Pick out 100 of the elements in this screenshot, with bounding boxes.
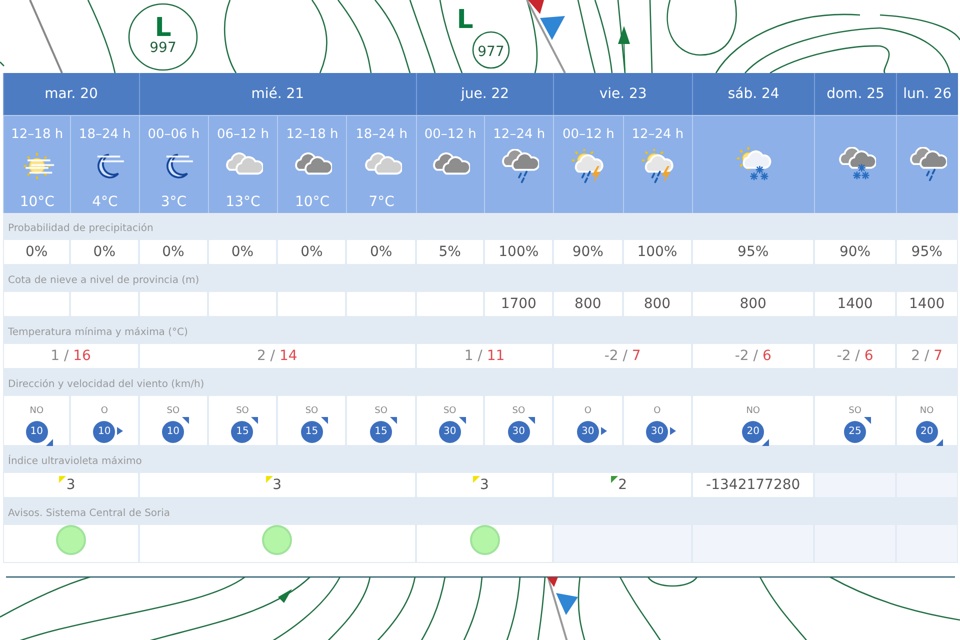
temperature-range: 1 / 16 (50, 346, 91, 366)
period-time: 00–06 h (148, 127, 200, 143)
wind-arrow-icon (864, 416, 872, 424)
day-header: dom. 25 (814, 73, 896, 115)
period-time: 00–12 h (424, 127, 476, 143)
period-time: 12–24 h (493, 127, 546, 143)
period-temperature: 13°C (226, 193, 260, 211)
wind-direction: SO (512, 404, 526, 416)
period-temperature: 10°C (294, 193, 330, 211)
temperature-range: -2 / 6 (734, 346, 772, 366)
day-header: mié. 21 (138, 73, 416, 115)
pressure-value: 977 (478, 44, 504, 60)
day-header: sáb. 24 (692, 73, 814, 115)
temperature-range: 1 / 11 (464, 346, 505, 366)
wind-speed-badge: 15 (370, 420, 392, 442)
wind-direction: NO (920, 404, 934, 416)
day-header: mar. 20 (3, 73, 139, 115)
rain-cloud-icon (907, 146, 948, 182)
uv-index-value: 3 (272, 476, 282, 494)
value-text: 0% (231, 242, 254, 262)
period-time: 00–12 h (562, 127, 614, 143)
period-time: 12–18 h (11, 127, 64, 143)
value-text: 0% (26, 242, 48, 262)
row-label: Cota de nieve a nivel de provincia (m) (7, 274, 200, 288)
rain-cloud-icon (499, 149, 540, 185)
wind-arrow-icon (251, 416, 258, 424)
value-text: 5% (438, 242, 461, 262)
wind-arrow-icon (182, 416, 190, 424)
wind-direction: SO (305, 404, 318, 416)
wind-speed-badge: 30 (438, 420, 461, 442)
wind-direction: NO (30, 404, 44, 416)
row-label: Índice ultravioleta máximo (7, 454, 142, 469)
uv-index-value: 3 (480, 476, 489, 494)
wind-direction: NO (746, 404, 760, 416)
value-text: 90% (839, 242, 871, 262)
wind-speed-badge: 20 (916, 420, 938, 442)
temperature-range: -2 / 6 (836, 346, 874, 366)
value-text: 90% (572, 242, 604, 262)
day-header: jue. 22 (416, 73, 554, 115)
uv-index-value: -1342177280 (706, 476, 800, 494)
value-text: 800 (644, 294, 671, 314)
period-temperature: 4°C (92, 193, 118, 211)
temperature-range: 2 / 14 (256, 346, 298, 366)
row-label: Probabilidad de precipitación (7, 222, 154, 236)
wind-speed-badge: 10 (26, 420, 48, 442)
value-text: 0% (162, 242, 184, 262)
value-text: 1700 (500, 294, 536, 314)
wind-arrow-icon (670, 426, 676, 434)
wind-speed-badge: 15 (231, 420, 254, 442)
wind-direction: O (584, 404, 592, 416)
value-text: 100% (637, 242, 678, 262)
value-text: 95% (911, 242, 942, 262)
day-header: vie. 23 (553, 73, 692, 115)
wind-arrow-icon (390, 416, 398, 424)
period-time: 12–18 h (286, 127, 338, 143)
wind-direction: SO (848, 404, 862, 416)
period-temperature: 10°C (20, 193, 54, 211)
low-pressure-letter: L (456, 5, 474, 35)
period-time: 18–24 h (356, 127, 408, 143)
value-text: 100% (498, 242, 539, 262)
period-time: 18–24 h (78, 127, 131, 143)
value-text: 0% (370, 242, 392, 262)
wind-speed-badge: 30 (508, 420, 530, 442)
wind-direction: O (100, 404, 108, 416)
wind-arrow-icon (320, 416, 328, 424)
wind-arrow-icon (458, 416, 466, 424)
wind-arrow-icon (117, 426, 124, 434)
low-pressure-letter: L (154, 13, 172, 43)
temperature-range: -2 / 7 (604, 346, 641, 366)
period-time: 12–24 h (632, 127, 684, 143)
value-text: 0% (93, 242, 116, 262)
period-temperature: 3°C (160, 193, 187, 211)
wind-arrow-icon (528, 416, 535, 424)
period-temperature: 7°C (368, 193, 394, 211)
value-text: 800 (740, 294, 766, 314)
wind-speed-badge: 25 (844, 420, 866, 442)
pressure-value: 997 (150, 40, 176, 56)
wind-direction: SO (443, 404, 456, 416)
wind-speed-badge: 30 (576, 420, 599, 442)
wind-speed-badge: 10 (162, 420, 184, 442)
wind-speed-badge: 30 (646, 420, 668, 442)
value-text: 800 (574, 294, 602, 314)
uv-index-value: 2 (618, 476, 628, 494)
wind-speed-badge: 15 (300, 420, 323, 442)
value-text: 1400 (837, 294, 873, 314)
row-label: Avisos. Sistema Central de Soria (7, 507, 170, 521)
uv-index-value: 3 (66, 476, 76, 494)
value-text: 95% (738, 242, 769, 262)
wind-arrow-icon (600, 426, 607, 434)
temperature-range: 2 / 7 (911, 346, 943, 366)
day-header: lun. 26 (896, 73, 958, 115)
wind-speed-badge: 20 (742, 420, 764, 442)
row-label: Temperatura mínima y máxima (°C) (7, 326, 188, 340)
value-text: 0% (300, 242, 323, 262)
value-text: 1400 (909, 294, 945, 314)
wind-direction: SO (374, 404, 388, 416)
row-label: Dirección y velocidad del viento (km/h) (7, 378, 204, 392)
wind-direction: SO (236, 404, 249, 416)
wind-speed-badge: 10 (93, 420, 116, 442)
wind-direction: O (654, 404, 661, 416)
